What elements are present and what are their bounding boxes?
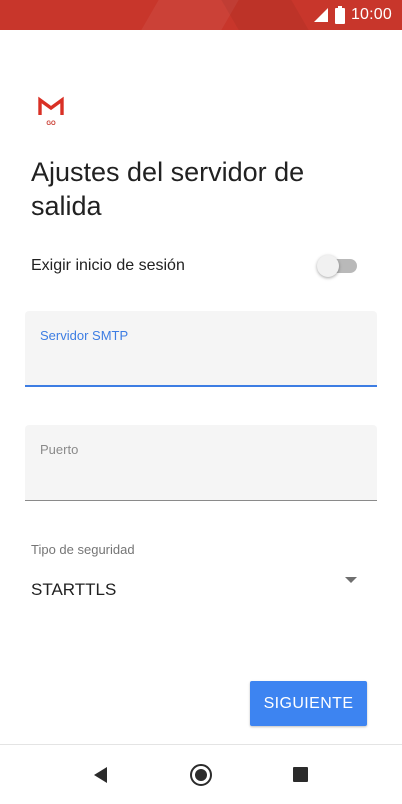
security-type-dropdown[interactable]: STARTTLS <box>31 572 361 608</box>
recents-icon[interactable] <box>293 767 308 782</box>
back-icon[interactable] <box>94 767 107 783</box>
security-type-label: Tipo de seguridad <box>31 542 135 557</box>
status-time: 10:00 <box>350 6 392 23</box>
require-login-row[interactable]: Exigir inicio de sesión <box>31 250 361 284</box>
port-input[interactable] <box>40 465 360 487</box>
port-field[interactable]: Puerto <box>25 425 377 501</box>
home-icon[interactable] <box>190 764 212 786</box>
status-bar: 10:00 <box>0 0 402 30</box>
navigation-bar <box>0 744 402 804</box>
logo-go-text: GO <box>46 121 56 127</box>
port-label: Puerto <box>40 442 79 457</box>
require-login-label: Exigir inicio de sesión <box>31 257 185 274</box>
port-underline <box>25 500 377 501</box>
home-icon-dot <box>195 769 207 781</box>
outgoing-server-settings-screen: 10:00 GO Ajustes del servidor de salida … <box>0 0 402 804</box>
signal-icon <box>313 8 328 22</box>
status-bar-decoration <box>221 0 309 30</box>
gmail-icon <box>38 96 64 116</box>
toggle-thumb <box>317 255 339 277</box>
require-login-toggle[interactable] <box>317 255 357 277</box>
gmail-go-logo: GO <box>36 95 66 129</box>
dropdown-arrow-icon <box>345 577 357 583</box>
smtp-server-label: Servidor SMTP <box>40 328 129 343</box>
smtp-server-underline <box>25 385 377 387</box>
page-title: Ajustes del servidor de salida <box>31 157 305 221</box>
smtp-server-field[interactable]: Servidor SMTP <box>25 311 377 387</box>
next-button[interactable]: SIGUIENTE <box>250 681 367 726</box>
security-type-value: STARTTLS <box>31 580 117 599</box>
battery-icon <box>334 6 345 24</box>
status-icons: 10:00 <box>313 0 392 30</box>
smtp-server-input[interactable] <box>40 351 360 373</box>
